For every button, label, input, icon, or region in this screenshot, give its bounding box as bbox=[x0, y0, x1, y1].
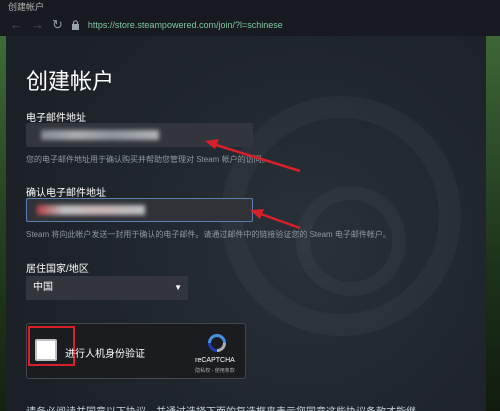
country-selected-value: 中国 bbox=[33, 282, 53, 293]
confirm-email-field[interactable] bbox=[26, 198, 253, 222]
address-bar[interactable]: https://store.steampowered.com/join/?l=s… bbox=[88, 20, 283, 30]
confirm-email-hint: Steam 将向此帐户发送一封用于确认的电子邮件。请通过邮件中的链接验证您的 S… bbox=[26, 230, 391, 239]
email-field[interactable] bbox=[26, 123, 253, 147]
recaptcha-brand: reCAPTCHA bbox=[195, 357, 235, 364]
email-hint: 您的电子邮件地址用于确认购买并帮助您管理对 Steam 帐户的访问。 bbox=[26, 155, 270, 164]
confirm-email-label: 确认电子邮件地址 bbox=[26, 188, 106, 199]
redacted-confirm-email bbox=[37, 205, 145, 215]
steam-logo-watermark-inner bbox=[296, 186, 406, 296]
country-label: 居住国家/地区 bbox=[26, 264, 89, 275]
agreement-text: 请务必阅读并同意以下协议，并通过选择下面的复选框来表示您同意这些协议条款才能继 bbox=[26, 403, 416, 411]
recaptcha-widget: 进行人机身份验证 reCAPTCHA 隐私权 - 使用条款 bbox=[26, 323, 246, 379]
join-form-panel: 创建帐户 电子邮件地址 您的电子邮件地址用于确认购买并帮助您管理对 Steam … bbox=[6, 36, 486, 411]
country-select[interactable]: 中国 ▼ bbox=[26, 276, 188, 300]
forward-icon[interactable]: → bbox=[31, 14, 44, 36]
page-title: 创建帐户 bbox=[26, 69, 115, 94]
redacted-email bbox=[41, 130, 159, 140]
browser-navbar: ← → ↻ https://store.steampowered.com/joi… bbox=[0, 14, 500, 36]
email-label: 电子邮件地址 bbox=[26, 113, 86, 124]
lock-icon bbox=[71, 20, 79, 30]
dropdown-caret-icon: ▼ bbox=[174, 283, 182, 292]
back-icon[interactable]: ← bbox=[10, 14, 23, 36]
recaptcha-terms-link[interactable]: 隐私权 - 使用条款 bbox=[185, 367, 245, 374]
recaptcha-logo-icon bbox=[208, 334, 226, 352]
reload-icon[interactable]: ↻ bbox=[52, 14, 63, 36]
window-title: 创建帐户 bbox=[0, 0, 500, 14]
recaptcha-label: 进行人机身份验证 bbox=[65, 349, 145, 360]
background-image-right bbox=[486, 36, 500, 411]
